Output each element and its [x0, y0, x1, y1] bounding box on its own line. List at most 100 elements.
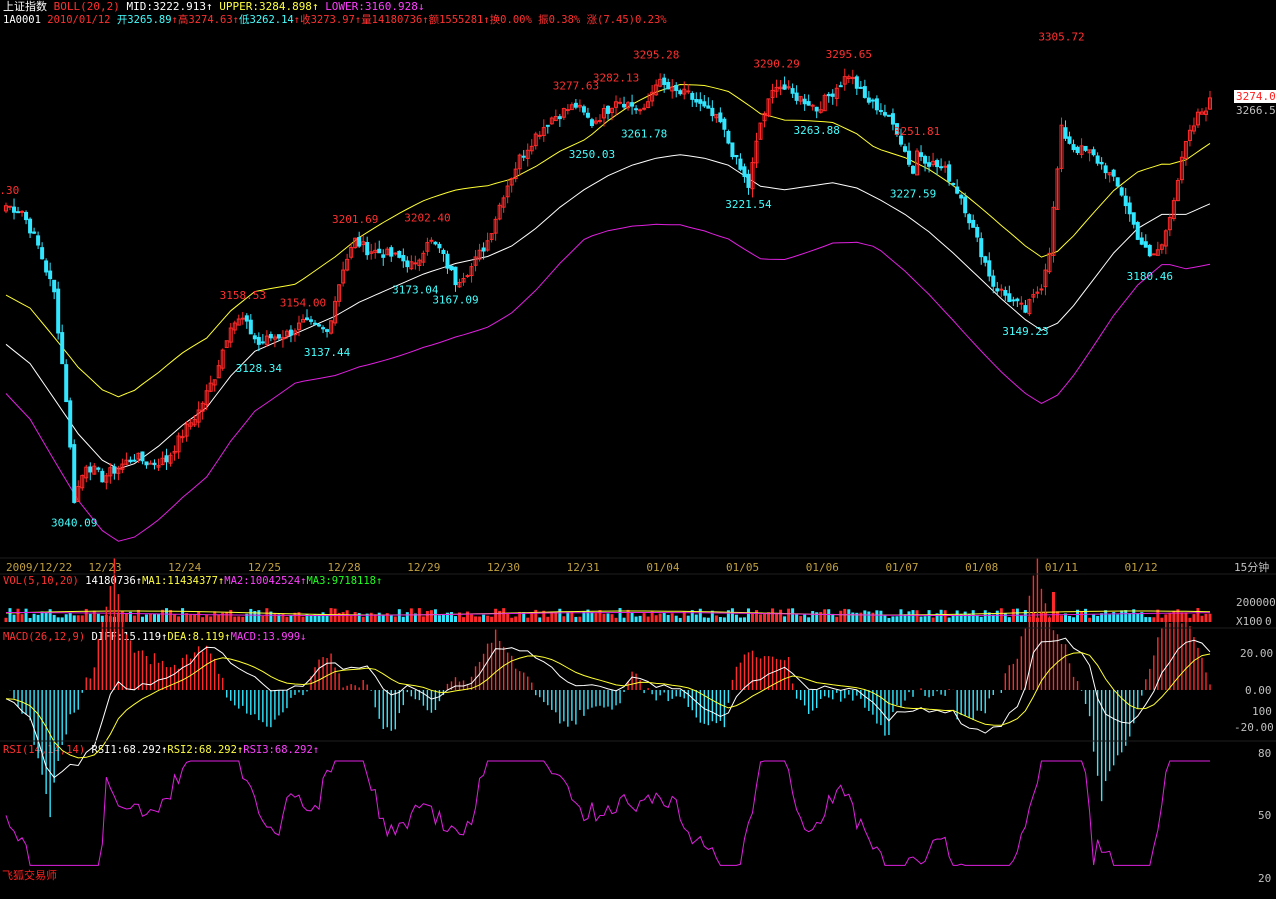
price-annotation: 3295.28 [633, 49, 679, 62]
price-annotation: 8.30 [0, 184, 19, 197]
volume-bar [706, 617, 710, 622]
volume-bar [1088, 617, 1092, 622]
candle-body [862, 86, 867, 98]
candle-body [1063, 127, 1068, 139]
candle-body [995, 288, 1000, 292]
volume-bar [161, 609, 165, 622]
volume-bar [807, 617, 811, 622]
candle-body [1099, 161, 1104, 165]
boll-lower-line [5, 223, 1211, 542]
candle-body [64, 364, 69, 403]
price-annotation: 3040.09 [51, 517, 97, 530]
candle-body [947, 164, 952, 182]
date-axis: 2009/12/22 12/23 12/24 12/25 12/28 12/29 12/30… [6, 561, 1158, 574]
stock-chart[interactable]: 8.30 3040.09 3158.53 3128.34 3154.00 3137.44 3… [0, 0, 1276, 899]
price-annotation: 3128.34 [236, 362, 283, 375]
price-annotation: 3167.09 [432, 294, 478, 307]
candle-body [1007, 293, 1012, 303]
volume-bar [4, 617, 8, 622]
candle-body [1115, 177, 1120, 187]
volume-bar [478, 616, 482, 622]
candle-body [987, 260, 992, 277]
price-annotation: 3251.81 [894, 125, 940, 138]
volume-bar [385, 613, 389, 622]
volume-bar [1003, 613, 1007, 622]
candle-body [943, 165, 948, 168]
volume-bar [658, 613, 662, 622]
volume-bar [606, 613, 610, 622]
volume-bar [490, 616, 494, 622]
volume-bar [502, 608, 506, 622]
volume-bar [301, 616, 305, 622]
volume-bar [891, 616, 895, 622]
candle-body [357, 236, 362, 247]
volume-bar [1060, 615, 1064, 622]
price-annotation: 3290.29 [753, 57, 799, 70]
candle-body [437, 243, 442, 249]
volume-bar [261, 615, 265, 622]
volume-bar [799, 616, 803, 622]
candle-body [52, 279, 57, 293]
candle-body [963, 196, 968, 214]
candle-body [662, 77, 667, 85]
rsi-line [5, 760, 1210, 866]
candle-body [794, 92, 799, 101]
candle-body [1083, 145, 1088, 151]
volume-bar [622, 617, 626, 622]
candle-body [939, 166, 944, 169]
volume-bar [321, 612, 325, 622]
volume-bar [638, 615, 642, 622]
candle-body [96, 467, 101, 470]
candle-body [991, 275, 996, 287]
candle-body [1011, 299, 1016, 302]
volume-bar [871, 612, 875, 622]
candle-body [32, 231, 37, 234]
candle-body [1075, 146, 1080, 154]
date-label: 12/25 [248, 561, 281, 574]
volume-bar [1096, 615, 1100, 622]
volume-bar [20, 614, 24, 622]
volume-bar [795, 614, 799, 622]
volume-bar [763, 613, 767, 622]
volume-bar [1055, 611, 1059, 622]
volume-bar [24, 608, 28, 622]
candle-body [445, 253, 450, 269]
candle-body [365, 242, 370, 256]
candle-body [886, 114, 891, 117]
candle-body [256, 336, 261, 345]
volume-bar [1128, 613, 1132, 622]
candle-body [838, 85, 843, 88]
candle-body [959, 194, 964, 199]
volume-bar [783, 616, 787, 622]
volume-bar [947, 617, 951, 622]
macd-plot [5, 557, 1211, 818]
volume-bar [494, 608, 498, 622]
volume-bar [983, 610, 987, 622]
candle-body [429, 239, 434, 242]
candle-body [28, 218, 33, 234]
volume-bar [995, 610, 999, 622]
volume-bar [1160, 617, 1164, 622]
candle-body [975, 226, 980, 238]
price-annotation: 3295.65 [826, 48, 872, 61]
volume-bar [60, 617, 64, 622]
candle-body [152, 462, 157, 466]
volume-bar [907, 611, 911, 622]
volume-bar [68, 612, 72, 622]
volume-bar [124, 612, 128, 622]
volume-bar [173, 614, 177, 622]
candle-body [313, 322, 318, 325]
volume-bar [698, 608, 702, 622]
date-label: 12/23 [88, 561, 121, 574]
candle-body [854, 76, 859, 89]
volume-bar [666, 614, 670, 622]
candle-body [1147, 244, 1152, 257]
candle-body [907, 150, 911, 165]
candle-body [1003, 290, 1008, 296]
candle-body [706, 105, 711, 109]
volume-bar [714, 615, 718, 622]
volume-bar [634, 616, 638, 622]
volume-bar [289, 615, 293, 622]
candle-body [20, 210, 25, 213]
candle-body [393, 252, 398, 255]
